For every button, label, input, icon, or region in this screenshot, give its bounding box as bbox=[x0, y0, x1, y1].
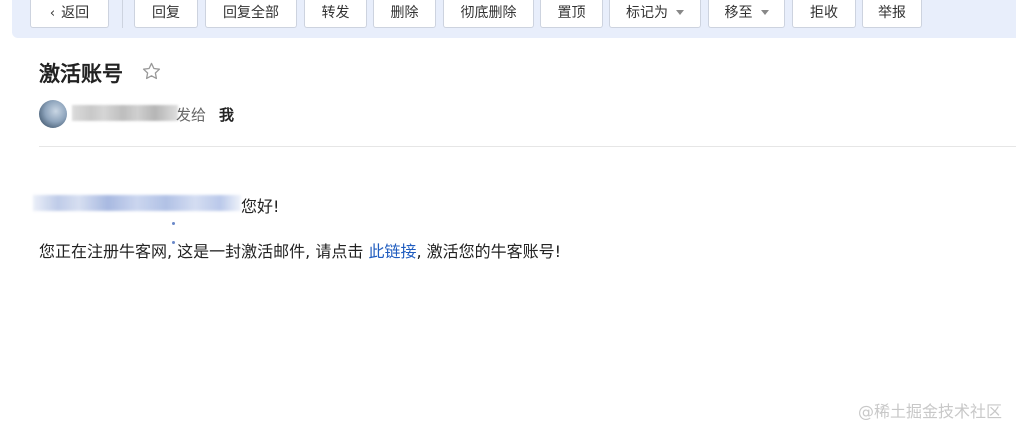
delete-permanently-button[interactable]: 彻底删除 bbox=[443, 0, 534, 28]
caret-down-icon bbox=[676, 9, 684, 15]
report-button-label: 举报 bbox=[878, 5, 906, 21]
move-to-dropdown[interactable]: 移至 bbox=[708, 0, 785, 28]
email-subject: 激活账号 bbox=[39, 62, 123, 86]
back-button-label: 返回 bbox=[61, 5, 90, 21]
forward-button[interactable]: 转发 bbox=[304, 0, 367, 28]
report-button[interactable]: 举报 bbox=[862, 0, 922, 28]
chevron-left-icon: ‹ bbox=[49, 6, 56, 21]
watermark: @稀土掘金技术社区 bbox=[857, 402, 1002, 421]
mail-toolbar: ‹ 返回 回复 回复全部 转发 删除 彻底删除 置顶 标记为 移至 拒收 举报 bbox=[12, 0, 1016, 38]
recipient-name-redacted bbox=[33, 195, 241, 211]
forward-button-label: 转发 bbox=[321, 5, 350, 21]
reply-button[interactable]: 回复 bbox=[134, 0, 198, 28]
delete-button-label: 删除 bbox=[390, 5, 419, 21]
delete-button[interactable]: 删除 bbox=[373, 0, 436, 28]
back-button[interactable]: ‹ 返回 bbox=[30, 0, 109, 28]
reply-all-button-label: 回复全部 bbox=[223, 5, 279, 21]
reject-button[interactable]: 拒收 bbox=[792, 0, 856, 28]
star-outline-icon[interactable] bbox=[141, 61, 162, 82]
sent-to-label: 发给 bbox=[176, 106, 207, 124]
toolbar-separator bbox=[122, 0, 123, 28]
caret-down-icon bbox=[760, 9, 769, 15]
email-body-text: 您正在注册牛客网, 这是一封激活邮件, 请点击 此链接, 激活您的牛客账号! bbox=[39, 238, 561, 262]
header-divider bbox=[39, 146, 1016, 147]
sender-avatar[interactable] bbox=[39, 100, 67, 128]
reject-button-label: 拒收 bbox=[810, 5, 838, 21]
redaction-dots bbox=[172, 210, 186, 244]
activation-link[interactable]: 此链接 bbox=[368, 242, 416, 261]
reply-button-label: 回复 bbox=[152, 5, 180, 21]
reply-all-button[interactable]: 回复全部 bbox=[205, 0, 297, 28]
body-text-after-link: , 激活您的牛客账号! bbox=[416, 242, 562, 261]
mark-as-label: 标记为 bbox=[626, 5, 668, 21]
mark-as-dropdown[interactable]: 标记为 bbox=[609, 0, 701, 28]
body-text-before-link: 您正在注册牛客网, 这是一封激活邮件, 请点击 bbox=[39, 242, 369, 261]
pin-button-label: 置顶 bbox=[557, 5, 586, 21]
recipient-name[interactable]: 我 bbox=[219, 104, 234, 125]
pin-button[interactable]: 置顶 bbox=[540, 0, 603, 28]
delete-permanently-button-label: 彻底删除 bbox=[460, 5, 517, 21]
sender-name-redacted bbox=[72, 105, 178, 121]
move-to-label: 移至 bbox=[724, 5, 753, 21]
greeting-text: 您好! bbox=[241, 197, 280, 216]
